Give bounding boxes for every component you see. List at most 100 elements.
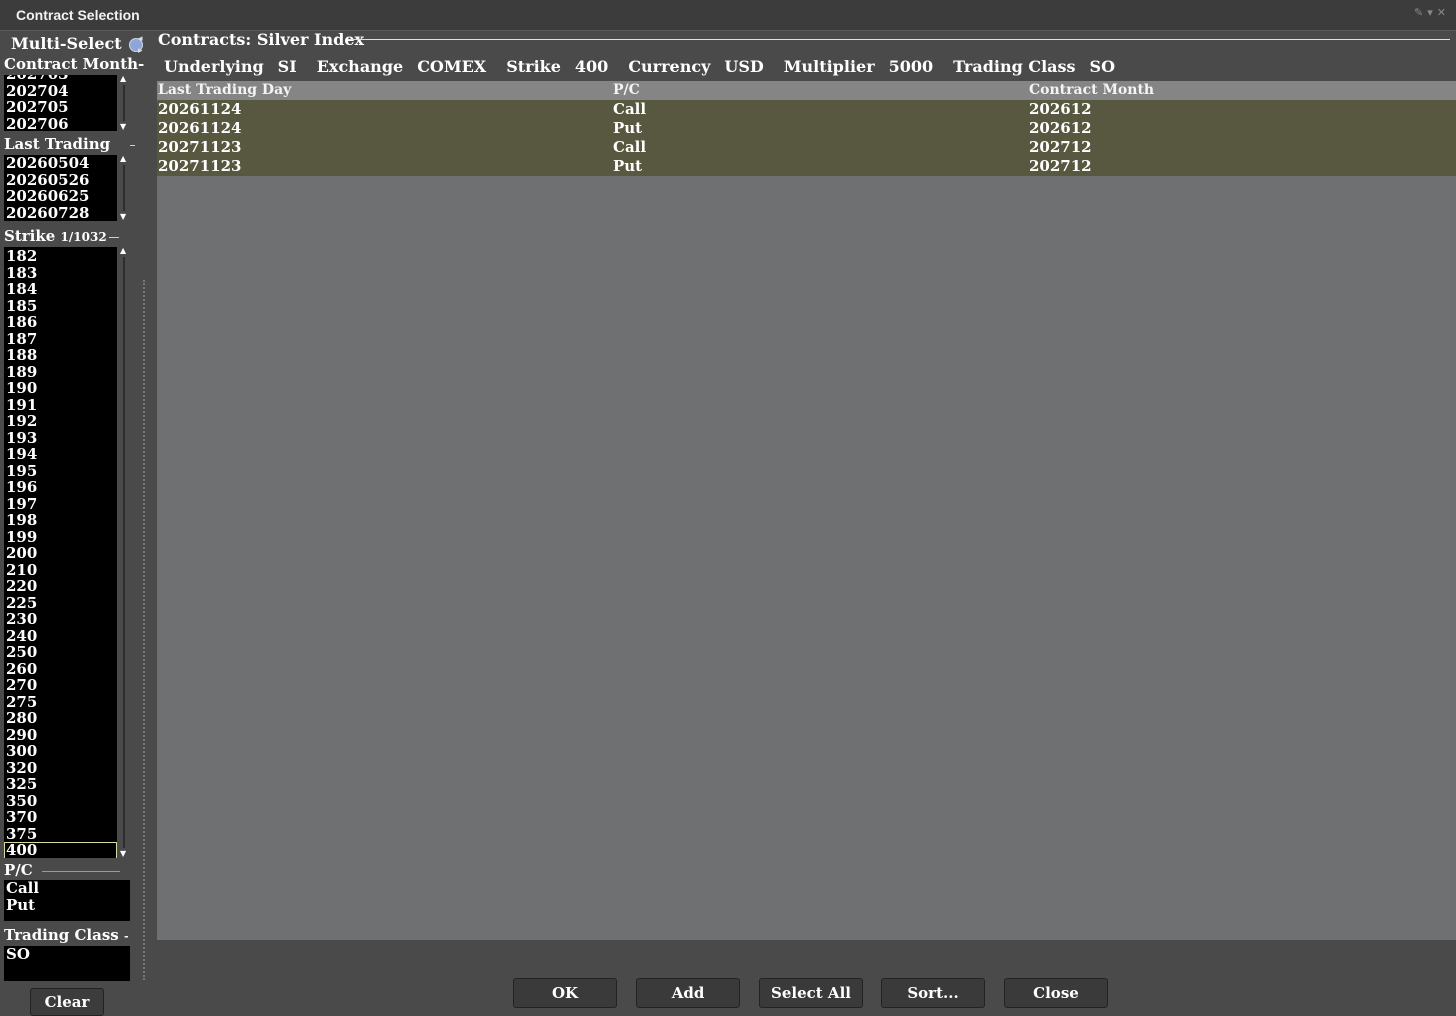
list-item[interactable]: 192 [4, 413, 117, 430]
pc-list[interactable]: Call Put [4, 880, 130, 921]
table-header: Last Trading Day P/C Contract Month [157, 81, 1456, 100]
table-cell: 202712 [1029, 157, 1092, 175]
list-item[interactable]: 191 [4, 396, 117, 414]
title-divider [348, 39, 1450, 40]
list-item[interactable]: SO [4, 946, 130, 963]
list-item[interactable]: 270 [4, 677, 117, 694]
info-label: Multiplier [783, 57, 875, 76]
ok-button[interactable]: OK [513, 978, 617, 1008]
list-item[interactable]: 260 [4, 660, 117, 678]
menu-arrow-icon[interactable]: ▾ [1427, 6, 1437, 19]
list-item[interactable]: 183 [4, 264, 117, 282]
list-item[interactable]: 240 [4, 627, 117, 645]
list-item[interactable]: 20260526 [4, 171, 117, 189]
strike-scrollbar[interactable]: ▲ ▼ [119, 247, 129, 858]
list-item[interactable]: 194 [4, 446, 117, 463]
list-item[interactable]: 196 [4, 479, 117, 496]
list-item[interactable]: 300 [4, 743, 117, 760]
last-trading-label: Last Trading [4, 135, 111, 153]
list-item[interactable]: Put [4, 896, 130, 914]
scroll-down-icon[interactable]: ▼ [120, 213, 126, 221]
list-item[interactable]: 275 [4, 693, 117, 711]
list-item[interactable]: Call [4, 880, 130, 897]
collapse-dash [109, 237, 119, 238]
add-button[interactable]: Add [636, 978, 740, 1008]
list-item[interactable]: 202704 [4, 82, 117, 100]
list-item[interactable]: 250 [4, 644, 117, 661]
list-item[interactable]: 325 [4, 776, 117, 793]
clear-button[interactable]: Clear [30, 988, 104, 1016]
table-row[interactable]: 20261124 Call 202612 [157, 100, 1456, 119]
list-item[interactable]: 184 [4, 281, 117, 298]
list-item[interactable]: 185 [4, 297, 117, 315]
list-item[interactable]: 186 [4, 314, 117, 331]
trading-class-list[interactable]: SO [4, 946, 130, 981]
scroll-up-icon[interactable]: ▲ [120, 155, 126, 163]
list-item[interactable]: 225 [4, 594, 117, 612]
list-item[interactable]: 400 [4, 842, 117, 858]
contract-month-scrollbar[interactable]: ▲ ▼ [119, 75, 129, 131]
list-item[interactable]: 20260625 [4, 188, 117, 205]
strike-title: Strike 1/1032 [4, 227, 107, 245]
list-item[interactable]: 182 [4, 248, 117, 265]
column-header-contract-month[interactable]: Contract Month [1029, 81, 1154, 100]
list-item[interactable]: 188 [4, 347, 117, 364]
list-item[interactable]: 187 [4, 330, 117, 348]
scroll-up-icon[interactable]: ▲ [120, 247, 126, 255]
list-item[interactable]: 350 [4, 792, 117, 810]
list-item[interactable]: 230 [4, 611, 117, 628]
list-item[interactable]: 375 [4, 825, 117, 843]
list-item[interactable]: 190 [4, 380, 117, 397]
table-cell: Put [613, 119, 643, 137]
table-cell: Put [613, 157, 643, 175]
select-all-button[interactable]: Select All [759, 978, 863, 1008]
close-icon[interactable]: ✕ [1437, 6, 1450, 19]
list-item[interactable]: 200 [4, 545, 117, 562]
last-trading-list[interactable]: 20260504 20260526 20260625 20260728 [4, 155, 117, 221]
table-row[interactable]: 20271123 Call 202712 [157, 138, 1456, 157]
list-item[interactable]: 197 [4, 495, 117, 513]
panel-collapse-arrows[interactable]: ◂ ▸ [138, 33, 143, 57]
info-label: Strike [506, 57, 561, 76]
list-item[interactable]: 290 [4, 726, 117, 744]
contracts-table: Last Trading Day P/C Contract Month 2026… [157, 81, 1456, 940]
last-trading-scrollbar[interactable]: ▲ ▼ [119, 155, 129, 221]
list-item[interactable]: 189 [4, 363, 117, 381]
table-row[interactable]: 20271123 Put 202712 [157, 157, 1456, 176]
strike-label: Strike [4, 227, 56, 245]
contract-info-bar: Underlying SI Exchange COMEX Strike 400 Curren… [164, 57, 1135, 76]
table-cell: Call [613, 138, 647, 156]
filter-panel: Multi-Select ◂ ▸ Contract Month- 2027032… [0, 31, 150, 1016]
multi-select-toggle[interactable]: Multi-Select [11, 34, 144, 53]
list-item[interactable]: 20260504 [4, 155, 117, 172]
list-item[interactable]: 195 [4, 462, 117, 480]
list-item[interactable]: 202706 [4, 115, 117, 131]
scroll-down-icon[interactable]: ▼ [120, 850, 126, 858]
list-item[interactable]: 199 [4, 528, 117, 546]
list-item[interactable]: 320 [4, 759, 117, 777]
column-header-last-trading-day[interactable]: Last Trading Day [158, 81, 291, 100]
list-item[interactable]: 220 [4, 578, 117, 595]
close-button[interactable]: Close [1004, 978, 1108, 1008]
list-item[interactable]: 370 [4, 809, 117, 826]
list-item[interactable]: 210 [4, 561, 117, 579]
list-item[interactable]: 193 [4, 429, 117, 447]
strike-list[interactable]: 182 183 184 185 186 187 188 189 190 191 192 193 194 1… [4, 247, 117, 858]
contract-month-list[interactable]: 202703202704202705202706 [4, 75, 117, 131]
window-controls: ✎▾✕ [1414, 6, 1450, 19]
scroll-down-icon[interactable]: ▼ [120, 123, 126, 131]
list-item[interactable]: 20260728 [4, 204, 117, 222]
list-item[interactable]: 198 [4, 512, 117, 529]
info-label: Exchange [316, 57, 404, 76]
arrow-left-icon[interactable]: ◂ [138, 33, 143, 45]
trading-class-title: Trading Class - [4, 926, 129, 944]
table-row[interactable]: 20261124 Put 202612 [157, 119, 1456, 138]
pin-icon[interactable]: ✎ [1414, 6, 1427, 19]
list-item[interactable]: 202705 [4, 99, 117, 116]
info-value: USD [724, 57, 764, 76]
column-header-pc[interactable]: P/C [613, 81, 640, 100]
scroll-up-icon[interactable]: ▲ [120, 75, 126, 83]
splitter-handle[interactable] [143, 280, 145, 980]
sort-button[interactable]: Sort... [881, 978, 985, 1008]
list-item[interactable]: 280 [4, 710, 117, 727]
